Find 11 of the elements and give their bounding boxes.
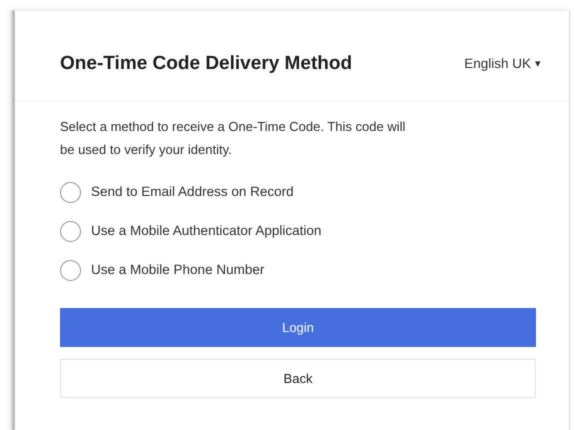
language-dropdown[interactable]: English UK ▾ bbox=[464, 54, 541, 75]
option-label[interactable]: Use a Mobile Phone Number bbox=[91, 260, 264, 280]
back-button[interactable]: Back bbox=[60, 358, 536, 398]
option-label[interactable]: Send to Email Address on Record bbox=[91, 182, 294, 202]
radio-button[interactable] bbox=[60, 182, 81, 203]
instructions-text: Select a method to receive a One-Time Code. This code will be used to verify your identity. bbox=[60, 118, 406, 159]
radio-button[interactable] bbox=[60, 260, 81, 281]
login-button[interactable]: Login bbox=[60, 308, 536, 347]
radio-button[interactable] bbox=[60, 220, 81, 242]
option-label[interactable]: Use a Mobile Authenticator Application bbox=[91, 221, 322, 242]
card-title: One-Time Code Delivery Method bbox=[60, 53, 352, 76]
